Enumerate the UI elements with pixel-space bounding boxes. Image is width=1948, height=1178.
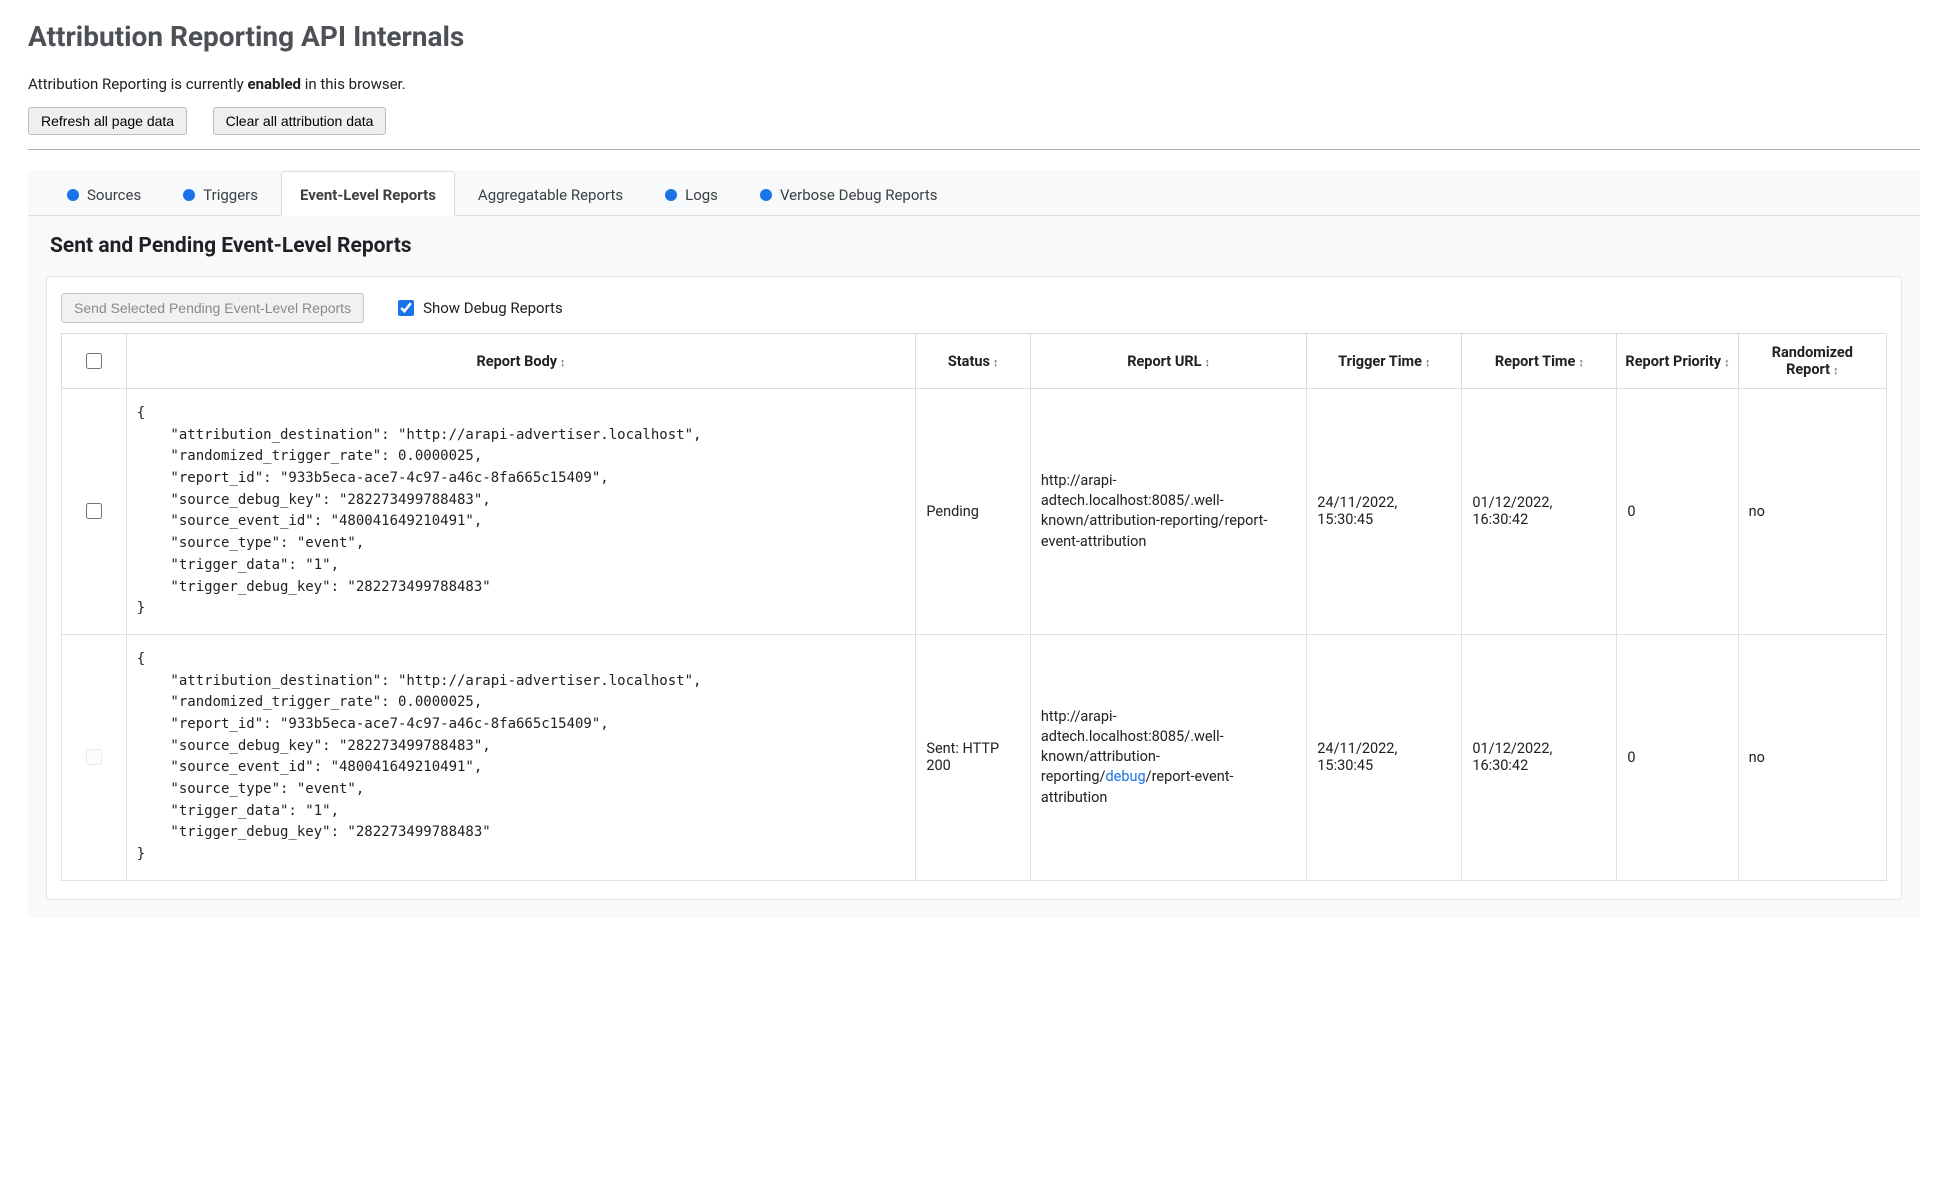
header-body[interactable]: Report Body↕ <box>126 334 916 389</box>
url-debug-segment: debug <box>1105 768 1145 785</box>
refresh-button[interactable]: Refresh all page data <box>28 107 187 135</box>
table-header-row: Report Body↕ Status↕ Report URL↕ Trigger… <box>62 334 1887 389</box>
status-cell: Sent: HTTP 200 <box>916 634 1031 880</box>
row-checkbox-cell <box>62 634 127 880</box>
clear-data-button[interactable]: Clear all attribution data <box>213 107 387 135</box>
randomized-cell: no <box>1738 634 1886 880</box>
show-debug-checkbox[interactable] <box>398 300 414 316</box>
priority-cell: 0 <box>1617 389 1738 635</box>
dot-icon <box>665 189 677 201</box>
sort-icon: ↕ <box>1833 364 1839 377</box>
section-title: Sent and Pending Event-Level Reports <box>50 234 1920 258</box>
status-suffix: in this browser. <box>301 75 406 93</box>
sort-icon: ↕ <box>1724 356 1730 369</box>
header-priority[interactable]: Report Priority↕ <box>1617 334 1738 389</box>
row-checkbox[interactable] <box>86 503 102 519</box>
dot-icon <box>183 189 195 201</box>
url-prefix: http://arapi-adtech.localhost:8085/.well… <box>1041 472 1225 530</box>
tab-verbose-debug-reports[interactable]: Verbose Debug Reports <box>741 171 957 216</box>
header-text: Status <box>948 353 990 370</box>
table-row: { "attribution_destination": "http://ara… <box>62 389 1887 635</box>
header-text: Trigger Time <box>1338 353 1422 370</box>
header-text: Report Body <box>477 353 558 370</box>
report-body-json: { "attribution_destination": "http://ara… <box>137 649 906 866</box>
table-row: { "attribution_destination": "http://ara… <box>62 634 1887 880</box>
tab-event-level-reports[interactable]: Event-Level Reports <box>281 171 455 216</box>
show-debug-label[interactable]: Show Debug Reports <box>394 297 563 319</box>
tab-logs[interactable]: Logs <box>646 171 737 216</box>
sort-icon: ↕ <box>993 356 999 369</box>
header-trigger-time[interactable]: Trigger Time↕ <box>1307 334 1462 389</box>
reports-table: Report Body↕ Status↕ Report URL↕ Trigger… <box>61 333 1887 881</box>
tab-label: Event-Level Reports <box>300 186 436 204</box>
row-checkbox[interactable] <box>86 749 102 765</box>
status-prefix: Attribution Reporting is currently <box>28 75 248 93</box>
dot-icon <box>67 189 79 201</box>
reports-card: Send Selected Pending Event-Level Report… <box>46 276 1902 900</box>
trigger-time-cell: 24/11/2022, 15:30:45 <box>1307 389 1462 635</box>
header-select-all[interactable] <box>62 334 127 389</box>
sort-icon: ↕ <box>1425 356 1431 369</box>
page-title: Attribution Reporting API Internals <box>28 20 1920 53</box>
report-time-cell: 01/12/2022, 16:30:42 <box>1462 634 1617 880</box>
report-body-json: { "attribution_destination": "http://ara… <box>137 403 906 620</box>
sort-icon: ↕ <box>560 356 566 369</box>
tab-label: Logs <box>685 186 718 204</box>
header-status[interactable]: Status↕ <box>916 334 1031 389</box>
status-cell: Pending <box>916 389 1031 635</box>
show-debug-text: Show Debug Reports <box>423 299 563 317</box>
tab-label: Aggregatable Reports <box>478 186 623 204</box>
divider <box>28 149 1920 150</box>
send-selected-button[interactable]: Send Selected Pending Event-Level Report… <box>61 293 364 323</box>
tab-label: Verbose Debug Reports <box>780 186 938 204</box>
header-url[interactable]: Report URL ↕ <box>1030 334 1306 389</box>
tab-label: Triggers <box>203 186 258 204</box>
randomized-cell: no <box>1738 389 1886 635</box>
report-body-cell: { "attribution_destination": "http://ara… <box>126 634 916 880</box>
tab-aggregatable-reports[interactable]: Aggregatable Reports <box>459 171 642 216</box>
tab-triggers[interactable]: Triggers <box>164 171 277 216</box>
dot-icon <box>760 189 772 201</box>
row-checkbox-cell <box>62 389 127 635</box>
select-all-checkbox[interactable] <box>86 353 102 369</box>
report-url-cell: http://arapi-adtech.localhost:8085/.well… <box>1030 389 1306 635</box>
status-bold: enabled <box>248 75 302 93</box>
tab-sources[interactable]: Sources <box>48 171 160 216</box>
header-report-time[interactable]: Report Time↕ <box>1462 334 1617 389</box>
header-text: Report URL <box>1127 353 1201 370</box>
priority-cell: 0 <box>1617 634 1738 880</box>
tab-bar: Sources Triggers Event-Level Reports Agg… <box>28 170 1920 216</box>
sort-icon: ↕ <box>1205 356 1211 369</box>
report-url-cell: http://arapi-adtech.localhost:8085/.well… <box>1030 634 1306 880</box>
header-text: Report Priority <box>1625 353 1721 370</box>
tab-label: Sources <box>87 186 141 204</box>
header-text: Randomized Report <box>1772 344 1853 378</box>
header-randomized[interactable]: Randomized Report↕ <box>1738 334 1886 389</box>
report-time-cell: 01/12/2022, 16:30:42 <box>1462 389 1617 635</box>
status-line: Attribution Reporting is currently enabl… <box>28 75 1920 93</box>
sort-icon: ↕ <box>1578 356 1584 369</box>
report-body-cell: { "attribution_destination": "http://ara… <box>126 389 916 635</box>
trigger-time-cell: 24/11/2022, 15:30:45 <box>1307 634 1462 880</box>
header-text: Report Time <box>1495 353 1575 370</box>
